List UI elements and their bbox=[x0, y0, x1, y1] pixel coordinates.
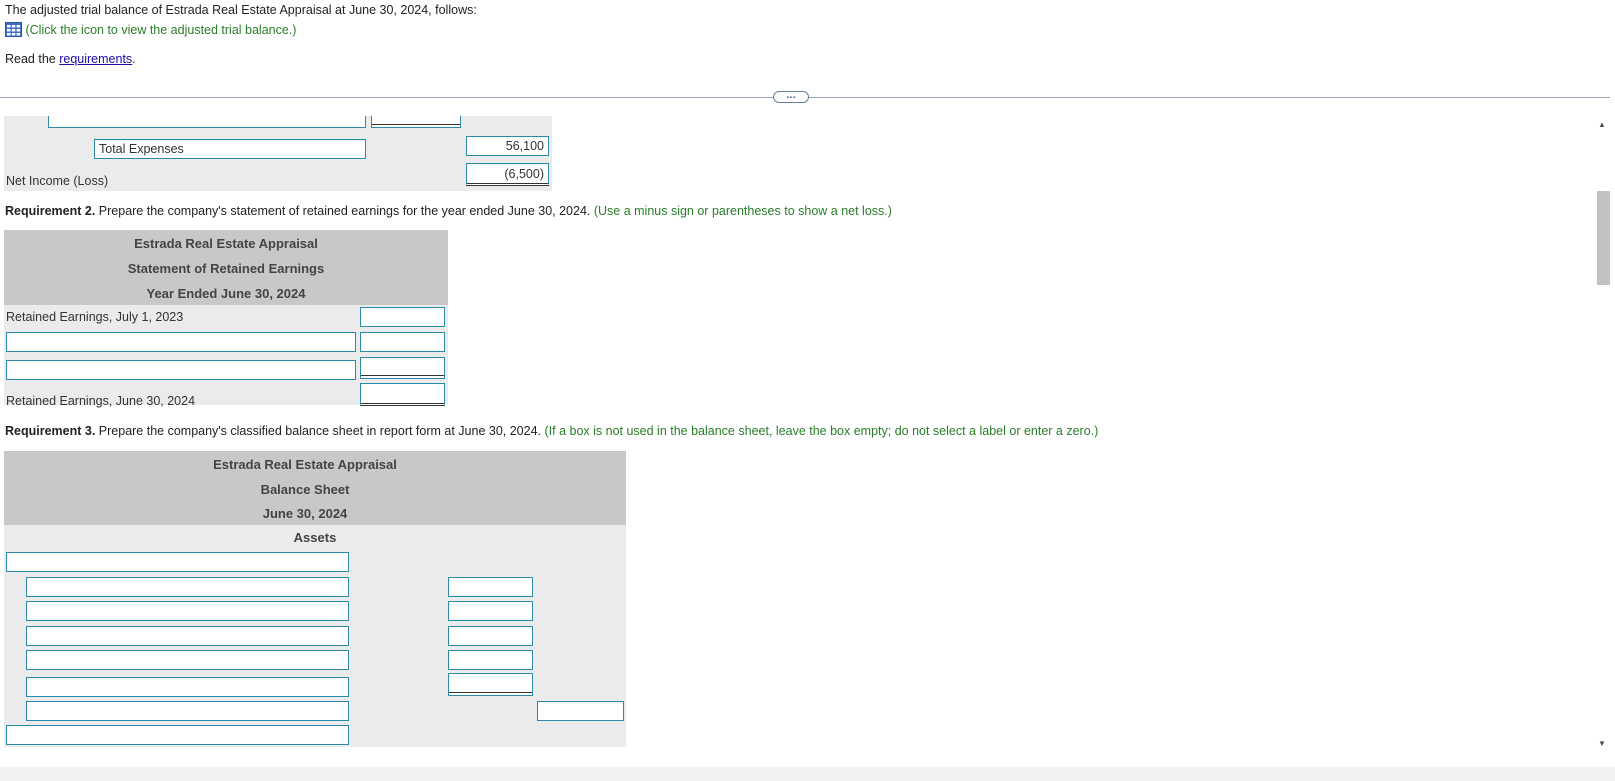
req3-text: Prepare the company's classified balance… bbox=[95, 424, 542, 438]
icon-hint-text: (Click the icon to view the adjusted tri… bbox=[25, 23, 297, 37]
bs-date: June 30, 2024 bbox=[262, 506, 348, 521]
bs-row5-amount[interactable] bbox=[448, 673, 533, 696]
re-ending-label: Retained Earnings, June 30, 2024 bbox=[6, 394, 196, 408]
total-expenses-value[interactable] bbox=[466, 136, 549, 156]
re-statement-title: Statement of Retained Earnings bbox=[127, 261, 325, 276]
bs-category-label[interactable] bbox=[6, 552, 349, 572]
read-prefix: Read the bbox=[5, 52, 60, 66]
bs-row2-amount[interactable] bbox=[448, 601, 533, 621]
bs-row5-label[interactable] bbox=[26, 677, 349, 697]
scroll-down-icon[interactable]: ▼ bbox=[1598, 739, 1606, 748]
bs-title: Balance Sheet bbox=[260, 482, 350, 497]
re-company-name: Estrada Real Estate Appraisal bbox=[134, 236, 318, 251]
bs-row2-label[interactable] bbox=[26, 601, 349, 621]
net-income-value[interactable] bbox=[466, 163, 549, 186]
req2-instruction: Requirement 2. Prepare the company's sta… bbox=[5, 204, 892, 218]
read-suffix: . bbox=[132, 52, 136, 66]
req2-hint: (Use a minus sign or parentheses to show… bbox=[590, 204, 892, 218]
bs-subtotal-label[interactable] bbox=[26, 701, 349, 721]
re-ending-amount[interactable] bbox=[360, 383, 445, 406]
scroll-up-icon[interactable]: ▲ bbox=[1598, 120, 1606, 129]
req3-title: Requirement 3. bbox=[5, 424, 96, 438]
expense-amount-input[interactable] bbox=[371, 116, 461, 128]
work-area: Net Income (Loss) Requirement 2. Prepare… bbox=[0, 116, 1600, 768]
bs-next-category-label[interactable] bbox=[6, 725, 349, 745]
bs-company-name: Estrada Real Estate Appraisal bbox=[213, 457, 397, 472]
bs-row3-label[interactable] bbox=[26, 626, 349, 646]
bs-subtotal-amount[interactable] bbox=[537, 701, 624, 721]
req2-text: Prepare the company's statement of retai… bbox=[95, 204, 591, 218]
re-period: Year Ended June 30, 2024 bbox=[146, 286, 306, 301]
re-beginning-amount[interactable] bbox=[360, 307, 445, 327]
bs-assets-heading: Assets bbox=[293, 530, 337, 545]
bs-row4-amount[interactable] bbox=[448, 650, 533, 670]
req3-instruction: Requirement 3. Prepare the company's cla… bbox=[5, 424, 1098, 438]
bs-row1-amount[interactable] bbox=[448, 577, 533, 597]
re-statement-header: Estrada Real Estate Appraisal Statement … bbox=[4, 230, 448, 305]
re-line2-amount[interactable] bbox=[360, 357, 445, 379]
re-beginning-label: Retained Earnings, July 1, 2023 bbox=[6, 310, 184, 324]
requirements-link[interactable]: requirements bbox=[59, 52, 132, 66]
re-line1-label[interactable] bbox=[6, 332, 356, 352]
scrollbar-thumb[interactable] bbox=[1597, 191, 1610, 285]
expense-label-input[interactable] bbox=[48, 116, 366, 128]
bottom-strip bbox=[0, 767, 1615, 781]
re-line1-amount[interactable] bbox=[360, 332, 445, 352]
bs-row3-amount[interactable] bbox=[448, 626, 533, 646]
req2-title: Requirement 2. bbox=[5, 204, 96, 218]
bs-row4-label[interactable] bbox=[26, 650, 349, 670]
table-icon[interactable] bbox=[5, 22, 22, 37]
total-expenses-label[interactable] bbox=[94, 139, 366, 159]
bs-row1-label[interactable] bbox=[26, 577, 349, 597]
net-income-label: Net Income (Loss) bbox=[6, 174, 109, 188]
bs-header: Estrada Real Estate Appraisal Balance Sh… bbox=[4, 451, 626, 525]
divider-handle[interactable]: … bbox=[773, 91, 809, 103]
trial-balance-hint[interactable]: (Click the icon to view the adjusted tri… bbox=[5, 22, 296, 40]
read-requirements: Read the requirements. bbox=[5, 52, 136, 66]
intro-text: The adjusted trial balance of Estrada Re… bbox=[5, 3, 477, 17]
req3-hint: (If a box is not used in the balance she… bbox=[541, 424, 1099, 438]
re-line2-label[interactable] bbox=[6, 360, 356, 380]
